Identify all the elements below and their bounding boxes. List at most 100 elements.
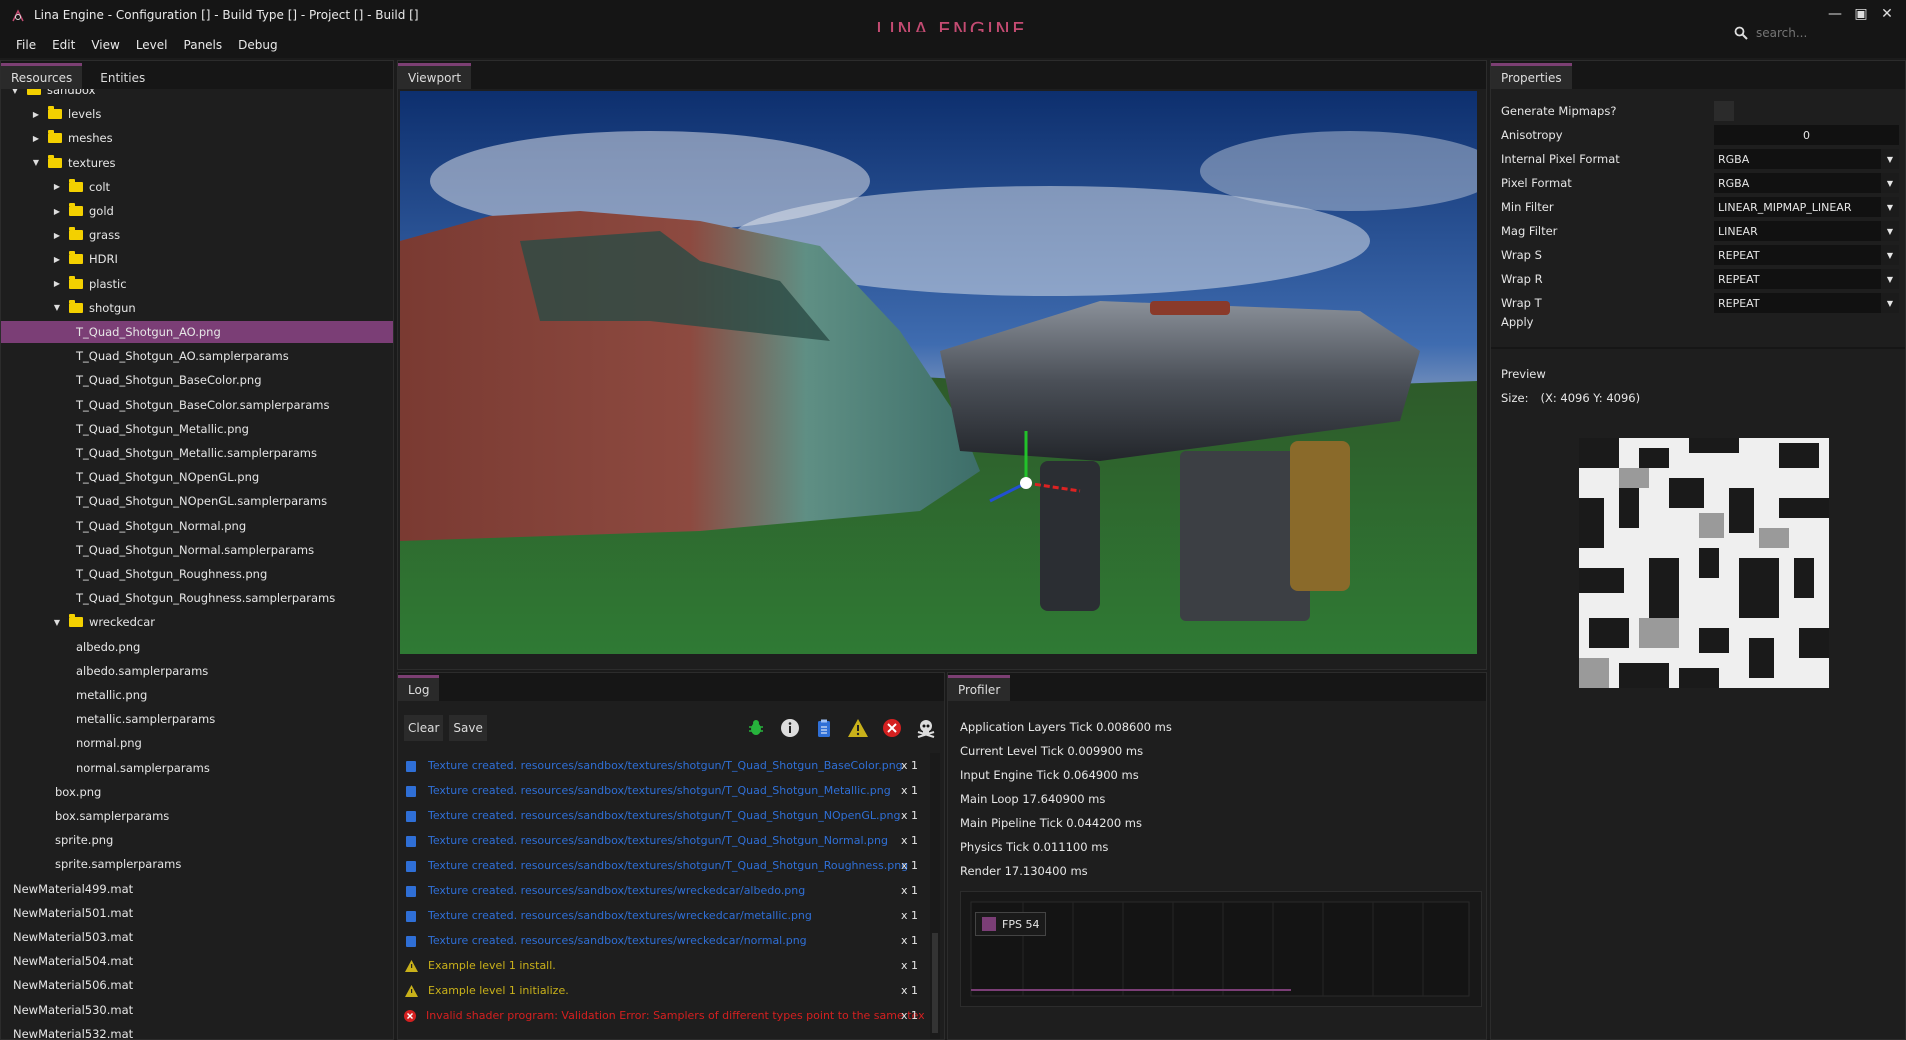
tree-file[interactable]: NewMaterial501.mat: [1, 902, 393, 924]
tree-file[interactable]: T_Quad_Shotgun_AO.samplerparams: [1, 345, 393, 367]
property-dropdown[interactable]: RGBA ▼: [1714, 149, 1899, 169]
tree-folder[interactable]: ▶ HDRI: [1, 248, 393, 270]
log-entry[interactable]: Example level 1 install. x 1: [404, 953, 924, 978]
tree-file[interactable]: T_Quad_Shotgun_NOpenGL.samplerparams: [1, 490, 393, 512]
tree-file[interactable]: T_Quad_Shotgun_Normal.samplerparams: [1, 539, 393, 561]
tree-file[interactable]: T_Quad_Shotgun_Roughness.samplerparams: [1, 587, 393, 609]
tree-folder[interactable]: ▼ textures: [1, 152, 393, 174]
tab-log[interactable]: Log: [398, 675, 440, 701]
chevron-down-icon[interactable]: ▼: [9, 89, 21, 95]
clipboard-icon[interactable]: [812, 716, 836, 740]
chevron-down-icon[interactable]: ▼: [30, 158, 42, 167]
tree-file[interactable]: metallic.samplerparams: [1, 708, 393, 730]
close-icon[interactable]: ✕: [1874, 4, 1900, 24]
tree-file[interactable]: T_Quad_Shotgun_Metallic.png: [1, 418, 393, 440]
chevron-right-icon[interactable]: ▶: [51, 255, 63, 264]
chevron-down-icon[interactable]: ▼: [51, 618, 63, 627]
tree-folder[interactable]: ▶ colt: [1, 176, 393, 198]
log-entry[interactable]: Invalid shader program: Validation Error…: [404, 1003, 924, 1028]
tree-file[interactable]: T_Quad_Shotgun_BaseColor.png: [1, 369, 393, 391]
property-input[interactable]: 0: [1714, 125, 1899, 145]
menu-panels[interactable]: Panels: [176, 38, 231, 52]
property-dropdown[interactable]: REPEAT ▼: [1714, 245, 1899, 265]
chevron-right-icon[interactable]: ▶: [30, 110, 42, 119]
error-icon[interactable]: [880, 716, 904, 740]
property-dropdown[interactable]: RGBA ▼: [1714, 173, 1899, 193]
tree-folder[interactable]: ▶ grass: [1, 224, 393, 246]
tree-file[interactable]: albedo.png: [1, 636, 393, 658]
bug-icon[interactable]: [744, 716, 768, 740]
log-entry[interactable]: Texture created. resources/sandbox/textu…: [404, 828, 924, 853]
menu-level[interactable]: Level: [128, 38, 176, 52]
tree-file[interactable]: NewMaterial506.mat: [1, 974, 393, 996]
chevron-down-icon[interactable]: ▼: [1881, 221, 1899, 241]
tree-file[interactable]: T_Quad_Shotgun_BaseColor.samplerparams: [1, 394, 393, 416]
tab-entities[interactable]: Entities: [90, 63, 155, 89]
apply-button[interactable]: Apply: [1501, 315, 1533, 329]
log-entry[interactable]: Texture created. resources/sandbox/textu…: [404, 903, 924, 928]
log-entry[interactable]: Texture created. resources/sandbox/textu…: [404, 803, 924, 828]
tree-file[interactable]: NewMaterial530.mat: [1, 999, 393, 1021]
tree-file[interactable]: NewMaterial503.mat: [1, 926, 393, 948]
warning-icon[interactable]: [846, 716, 870, 740]
chevron-right-icon[interactable]: ▶: [51, 182, 63, 191]
menu-view[interactable]: View: [83, 38, 127, 52]
search-input[interactable]: [1756, 26, 1906, 40]
chevron-down-icon[interactable]: ▼: [1881, 173, 1899, 193]
viewport-scene[interactable]: [400, 91, 1477, 654]
log-entry[interactable]: Example level 1 initialize. x 1: [404, 978, 924, 1003]
tree-file[interactable]: NewMaterial504.mat: [1, 950, 393, 972]
property-dropdown[interactable]: REPEAT ▼: [1714, 269, 1899, 289]
tab-properties[interactable]: Properties: [1491, 63, 1572, 89]
log-entry[interactable]: Texture created. resources/sandbox/textu…: [404, 878, 924, 903]
tree-file[interactable]: T_Quad_Shotgun_Roughness.png: [1, 563, 393, 585]
chevron-down-icon[interactable]: ▼: [1881, 293, 1899, 313]
chevron-down-icon[interactable]: ▼: [1881, 245, 1899, 265]
tree-folder[interactable]: ▼ wreckedcar: [1, 611, 393, 633]
tree-folder[interactable]: ▶ meshes: [1, 127, 393, 149]
info-icon[interactable]: [778, 716, 802, 740]
log-entry[interactable]: Texture created. resources/sandbox/textu…: [404, 753, 924, 778]
property-dropdown[interactable]: LINEAR_MIPMAP_LINEAR ▼: [1714, 197, 1899, 217]
clear-button[interactable]: Clear: [404, 715, 444, 741]
tab-resources[interactable]: Resources: [1, 63, 83, 89]
tree-file[interactable]: box.samplerparams: [1, 805, 393, 827]
chevron-right-icon[interactable]: ▶: [51, 279, 63, 288]
tab-profiler[interactable]: Profiler: [948, 675, 1011, 701]
tree-file[interactable]: box.png: [1, 781, 393, 803]
maximize-icon[interactable]: ▣: [1848, 4, 1874, 24]
log-entry[interactable]: Texture created. resources/sandbox/textu…: [404, 853, 924, 878]
tree-folder[interactable]: ▶ plastic: [1, 273, 393, 295]
chevron-down-icon[interactable]: ▼: [1881, 269, 1899, 289]
tree-file[interactable]: NewMaterial532.mat: [1, 1023, 393, 1039]
generate-mipmaps-checkbox[interactable]: [1714, 101, 1734, 121]
tree-folder[interactable]: ▶ levels: [1, 103, 393, 125]
tab-viewport[interactable]: Viewport: [398, 63, 472, 89]
tree-folder[interactable]: ▶ gold: [1, 200, 393, 222]
chevron-down-icon[interactable]: ▼: [1881, 149, 1899, 169]
chevron-right-icon[interactable]: ▶: [51, 207, 63, 216]
save-button[interactable]: Save: [449, 715, 487, 741]
tree-folder[interactable]: ▼ sandbox: [1, 89, 393, 101]
log-entry[interactable]: Texture created. resources/sandbox/textu…: [404, 778, 924, 803]
tree-file[interactable]: T_Quad_Shotgun_NOpenGL.png: [1, 466, 393, 488]
minimize-icon[interactable]: —: [1822, 4, 1848, 24]
chevron-right-icon[interactable]: ▶: [30, 134, 42, 143]
chevron-down-icon[interactable]: ▼: [1881, 197, 1899, 217]
tree-file[interactable]: metallic.png: [1, 684, 393, 706]
menu-file[interactable]: File: [8, 38, 44, 52]
log-entry[interactable]: Texture created. resources/sandbox/textu…: [404, 928, 924, 953]
tree-file[interactable]: normal.samplerparams: [1, 757, 393, 779]
chevron-down-icon[interactable]: ▼: [51, 303, 63, 312]
menu-edit[interactable]: Edit: [44, 38, 83, 52]
tree-file[interactable]: normal.png: [1, 732, 393, 754]
skull-icon[interactable]: [914, 716, 938, 740]
tree-file[interactable]: sprite.samplerparams: [1, 853, 393, 875]
tree-folder[interactable]: ▼ shotgun: [1, 297, 393, 319]
tree-file[interactable]: T_Quad_Shotgun_AO.png: [1, 321, 393, 343]
property-dropdown[interactable]: LINEAR ▼: [1714, 221, 1899, 241]
tree-file[interactable]: NewMaterial499.mat: [1, 878, 393, 900]
tree-file[interactable]: albedo.samplerparams: [1, 660, 393, 682]
log-scrollbar-thumb[interactable]: [932, 933, 938, 1033]
tree-file[interactable]: T_Quad_Shotgun_Normal.png: [1, 515, 393, 537]
